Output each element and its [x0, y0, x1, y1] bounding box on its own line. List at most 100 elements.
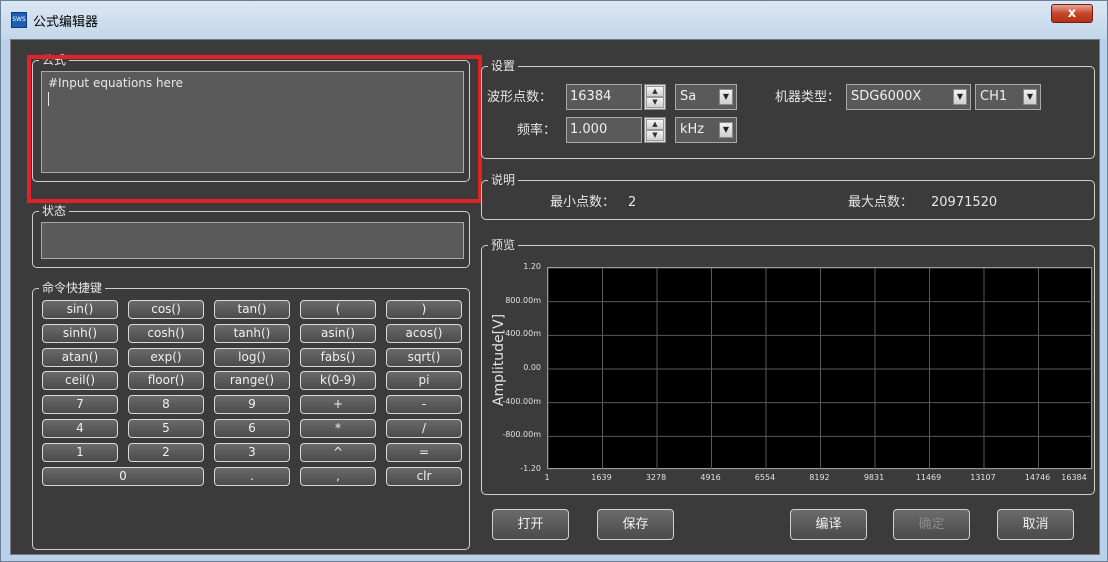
open-button[interactable]: 打开: [492, 509, 569, 540]
spin-up-icon[interactable]: ▲: [646, 119, 664, 130]
title-bar[interactable]: SWS 公式编辑器 x: [1, 1, 1107, 39]
x-tick-label: 13107: [970, 473, 996, 482]
command-key-button[interactable]: .: [214, 466, 290, 486]
command-key-button[interactable]: asin(): [300, 323, 376, 343]
commands-group-title: 命令快捷键: [39, 280, 106, 296]
status-group: 状态: [32, 203, 470, 268]
close-button[interactable]: x: [1051, 4, 1093, 23]
command-key-button[interactable]: ): [386, 300, 462, 319]
chevron-down-icon[interactable]: ▼: [953, 89, 967, 105]
command-key-button[interactable]: tan(): [214, 300, 290, 319]
command-key-button[interactable]: *: [300, 419, 376, 438]
command-key-button[interactable]: fabs(): [300, 347, 376, 367]
command-key-button[interactable]: cos(): [128, 300, 204, 319]
chevron-down-icon[interactable]: ▼: [719, 89, 733, 105]
formula-highlight-box: [27, 55, 482, 203]
command-key-button[interactable]: ^: [300, 442, 376, 462]
frequency-unit-select[interactable]: kHz ▼: [675, 117, 737, 143]
command-key-button[interactable]: 5: [128, 419, 204, 438]
x-tick-label: 3278: [645, 473, 667, 482]
command-key-button[interactable]: 8: [128, 395, 204, 415]
points-spinner[interactable]: ▲ ▼: [644, 84, 666, 110]
chevron-down-icon[interactable]: ▼: [719, 122, 733, 138]
frequency-unit-value: kHz: [680, 122, 705, 137]
machine-type-select[interactable]: SDG6000X ▼: [846, 84, 971, 110]
command-key-button[interactable]: range(): [214, 371, 290, 391]
x-tick-label: 4916: [700, 473, 721, 482]
command-key-button[interactable]: /: [386, 419, 462, 438]
x-tick-label: 8192: [809, 473, 830, 482]
command-key-button[interactable]: +: [300, 395, 376, 415]
command-key-button[interactable]: 7: [42, 395, 118, 415]
y-tick-label: 0.00: [523, 363, 541, 372]
command-key-button[interactable]: log(): [214, 347, 290, 367]
command-key-button[interactable]: ,: [300, 466, 376, 486]
command-key-button[interactable]: -: [386, 395, 462, 415]
command-key-button[interactable]: atan(): [42, 347, 118, 367]
cancel-button[interactable]: 取消: [997, 509, 1074, 540]
plot-grid: [547, 267, 1094, 471]
command-key-button[interactable]: acos(): [386, 323, 462, 343]
y-tick-label: -400.00m: [502, 396, 541, 406]
command-key-button[interactable]: cosh(): [128, 323, 204, 343]
x-tick-label: 11469: [915, 473, 942, 482]
formula-editor-window: SWS 公式编辑器 x 公式 #Input equations here 状态 …: [0, 0, 1108, 562]
status-display: [41, 222, 464, 259]
spin-down-icon[interactable]: ▼: [646, 130, 664, 141]
frequency-input[interactable]: 1.000: [566, 117, 642, 143]
command-key-button[interactable]: 6: [214, 419, 290, 438]
settings-group: 设置 波形点数： 16384 ▲ ▼ Sa ▼ 机器类型： SDG6000X ▼…: [481, 58, 1095, 159]
points-label: 波形点数：: [487, 90, 553, 105]
command-key-button[interactable]: sinh(): [42, 323, 118, 343]
command-key-button[interactable]: 9: [214, 395, 290, 415]
y-tick-label: -800.00m: [502, 430, 541, 440]
channel-select[interactable]: CH1 ▼: [975, 84, 1041, 110]
app-icon: SWS: [11, 12, 27, 28]
min-points-label: 最小点数：: [550, 195, 616, 210]
frequency-spinner[interactable]: ▲ ▼: [644, 117, 666, 143]
client-area: 公式 #Input equations here 状态 命令快捷键 sin() c…: [10, 39, 1100, 555]
x-tick-label: 9831: [863, 473, 885, 482]
frequency-label: 频率：: [517, 123, 557, 138]
chevron-down-icon[interactable]: ▼: [1023, 89, 1037, 105]
y-tick-label: 1.20: [523, 262, 541, 271]
x-tick-label: 6554: [754, 473, 776, 482]
spin-up-icon[interactable]: ▲: [646, 86, 664, 97]
x-tick-label: 1: [544, 473, 550, 482]
command-key-button[interactable]: pi: [386, 371, 462, 391]
spin-down-icon[interactable]: ▼: [646, 97, 664, 108]
status-group-title: 状态: [39, 203, 70, 219]
ok-button[interactable]: 确定: [893, 509, 970, 540]
compile-button[interactable]: 编译: [790, 509, 867, 540]
command-key-button[interactable]: (: [300, 300, 376, 319]
max-points-value: 20971520: [931, 195, 998, 210]
command-key-button[interactable]: =: [386, 442, 462, 462]
save-button[interactable]: 保存: [597, 509, 674, 540]
channel-value: CH1: [980, 89, 1008, 104]
command-key-button[interactable]: 4: [42, 419, 118, 438]
points-unit-value: Sa: [680, 89, 697, 104]
x-tick-label: 16384: [1061, 473, 1087, 482]
info-group-title: 说明: [488, 172, 519, 188]
y-tick-label: 800.00m: [505, 295, 541, 305]
command-key-button[interactable]: sin(): [42, 300, 118, 319]
min-points-value: 2: [628, 195, 637, 210]
command-key-button[interactable]: ceil(): [42, 371, 118, 391]
command-key-button[interactable]: 3: [214, 442, 290, 462]
preview-group: 预览 Amplitude[V] 1.20 800.00m 400.00m 0.00 -4…: [481, 237, 1095, 495]
command-key-button[interactable]: 1: [42, 442, 118, 462]
command-key-button[interactable]: sqrt(): [386, 347, 462, 367]
command-key-button[interactable]: 0: [42, 466, 204, 486]
command-key-button[interactable]: 2: [128, 442, 204, 462]
machine-label: 机器类型：: [775, 90, 841, 105]
points-unit-select[interactable]: Sa ▼: [675, 84, 737, 110]
points-input[interactable]: 16384: [566, 84, 642, 110]
command-key-button[interactable]: exp(): [128, 347, 204, 367]
x-tick-label: 1639: [591, 473, 612, 482]
command-key-button[interactable]: clr: [386, 466, 462, 486]
info-group: 说明 最小点数： 2 最大点数： 20971520: [481, 172, 1095, 220]
command-key-button[interactable]: tanh(): [214, 323, 290, 343]
command-key-button[interactable]: floor(): [128, 371, 204, 391]
y-tick-label: 400.00m: [505, 329, 541, 339]
command-key-button[interactable]: k(0-9): [300, 371, 376, 391]
